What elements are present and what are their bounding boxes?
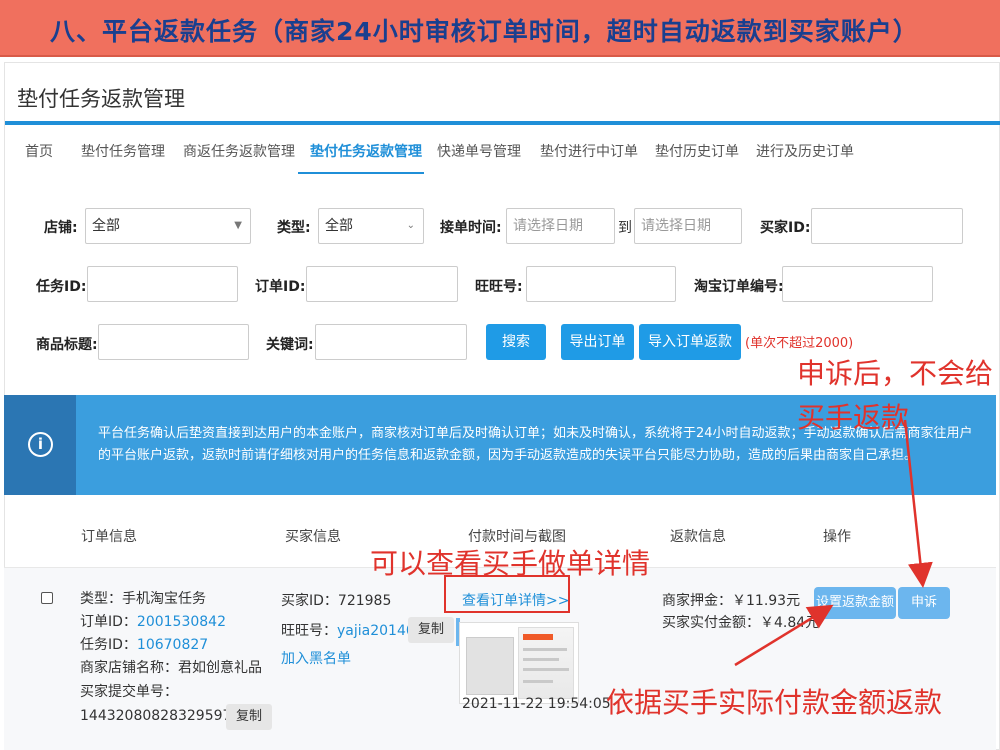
buyer-id-input[interactable] (811, 208, 963, 244)
order-id-line: 订单ID：2001530842 (80, 611, 226, 631)
screenshot-header (523, 634, 553, 640)
order-type: 类型：手机淘宝任务 (80, 591, 206, 607)
header-order-info: 订单信息 (81, 529, 137, 545)
header-actions: 操作 (823, 529, 851, 545)
copy-order-button[interactable]: 复制 (226, 704, 273, 730)
end-date-input[interactable]: 请选择日期 (634, 208, 742, 244)
order-id-input[interactable] (306, 266, 458, 302)
limit-note: (单次不超过2000) (745, 336, 854, 351)
order-id-label: 订单ID: (255, 279, 306, 295)
tab-merchant-refund[interactable]: 商返任务返款管理 (183, 141, 295, 161)
order-id-label: 订单ID： (80, 614, 137, 630)
nav-tabs: 首页 垫付任务管理 商返任务返款管理 垫付任务返款管理 快递单号管理 垫付进行中… (5, 125, 1000, 174)
import-refund-button[interactable]: 导入订单返款 (639, 324, 741, 360)
time-label: 接单时间: (440, 220, 502, 236)
end-date-placeholder: 请选择日期 (641, 218, 711, 234)
image-placeholder-icon (466, 637, 514, 695)
store-label: 店铺: (44, 220, 78, 236)
tab-advance-refund[interactable]: 垫付任务返款管理 (310, 141, 422, 161)
copy-wangwang-button[interactable]: 复制 (408, 617, 455, 643)
export-button[interactable]: 导出订单 (561, 324, 634, 360)
keyword-label: 关键词: (266, 337, 314, 353)
page-title: 垫付任务返款管理 (17, 87, 185, 111)
screenshot-line (523, 658, 559, 661)
task-id-label: 任务ID: (36, 279, 87, 295)
appeal-annotation-line2: 买手返款 (797, 401, 910, 434)
wangwang-line: 旺旺号：yajia201401 (281, 620, 424, 640)
payment-screenshot[interactable] (459, 622, 579, 704)
task-id-label: 任务ID： (80, 637, 137, 653)
row-checkbox[interactable] (41, 592, 53, 604)
header-refund-info: 返款信息 (670, 529, 726, 545)
keyword-input[interactable] (315, 324, 467, 360)
appeal-annotation-line1: 申诉后，不会给 (797, 357, 994, 390)
task-id-line: 任务ID：10670827 (80, 634, 208, 654)
type-value: 全部 (325, 218, 353, 234)
tab-history-orders[interactable]: 垫付历史订单 (655, 141, 739, 161)
store-select[interactable]: 全部 ▼ (85, 208, 251, 244)
screenshot-line (523, 668, 569, 671)
tab-all-orders[interactable]: 进行及历史订单 (756, 141, 854, 161)
buyer-order-no: 1443208082832959791 (80, 708, 250, 724)
search-button[interactable]: 搜索 (486, 324, 546, 360)
product-title-input[interactable] (98, 324, 249, 360)
taobao-order-input[interactable] (782, 266, 933, 302)
wangwang-label: 旺旺号: (475, 279, 523, 295)
tab-home[interactable]: 首页 (25, 141, 53, 161)
start-date-input[interactable]: 请选择日期 (506, 208, 615, 244)
order-id-link[interactable]: 2001530842 (137, 614, 226, 630)
type-label: 类型: (277, 220, 311, 236)
buyer-order-label: 买家提交单号： (80, 684, 178, 700)
tab-advance-task[interactable]: 垫付任务管理 (81, 141, 165, 161)
tab-express-number[interactable]: 快递单号管理 (437, 141, 521, 161)
screenshot-line (523, 680, 553, 683)
add-blacklist-link[interactable]: 加入黑名单 (281, 648, 351, 668)
actual-payment: 买家实付金额：￥4.84元 (662, 615, 820, 631)
top-banner: 八、平台返款任务（商家24小时审核订单时间，超时自动返款到买家账户） (0, 0, 1000, 57)
taobao-order-label: 淘宝订单编号: (694, 279, 784, 295)
wangwang-label: 旺旺号： (281, 623, 337, 639)
tab-ongoing-orders[interactable]: 垫付进行中订单 (540, 141, 638, 161)
refund-annotation: 依据买手实际付款金额返款 (606, 686, 943, 719)
info-icon: i (28, 432, 53, 457)
start-date-placeholder: 请选择日期 (513, 218, 583, 234)
active-tab-indicator (298, 172, 424, 174)
merchant-deposit: 商家押金：￥11.93元 (662, 593, 801, 609)
buyer-id-label: 买家ID: (760, 220, 811, 236)
wangwang-input[interactable] (526, 266, 676, 302)
notice-icon-box: i (4, 395, 76, 495)
shop-name: 商家店铺名称：君如创意礼品 (80, 660, 262, 676)
banner-title: 八、平台返款任务（商家24小时审核订单时间，超时自动返款到买家账户） (50, 17, 919, 46)
chevron-down-icon: ▼ (234, 220, 242, 231)
type-select[interactable]: 全部 ⌄ (318, 208, 424, 244)
chevron-down-icon: ⌄ (406, 220, 415, 231)
screenshot-preview (518, 627, 574, 699)
screenshot-line (523, 648, 567, 651)
task-id-input[interactable] (87, 266, 238, 302)
product-title-label: 商品标题: (36, 337, 98, 353)
buyer-id: 买家ID：721985 (281, 593, 392, 609)
to-label: 到 (618, 220, 632, 236)
store-value: 全部 (92, 218, 120, 234)
header-buyer-info: 买家信息 (285, 529, 341, 545)
view-detail-annotation: 可以查看买手做单详情 (370, 547, 651, 580)
pay-time: 2021-11-22 19:54:05 (462, 696, 611, 712)
task-id-link[interactable]: 10670827 (137, 637, 208, 653)
set-refund-amount-button[interactable]: 设置返款金额 (814, 587, 896, 619)
appeal-button[interactable]: 申诉 (898, 587, 950, 619)
